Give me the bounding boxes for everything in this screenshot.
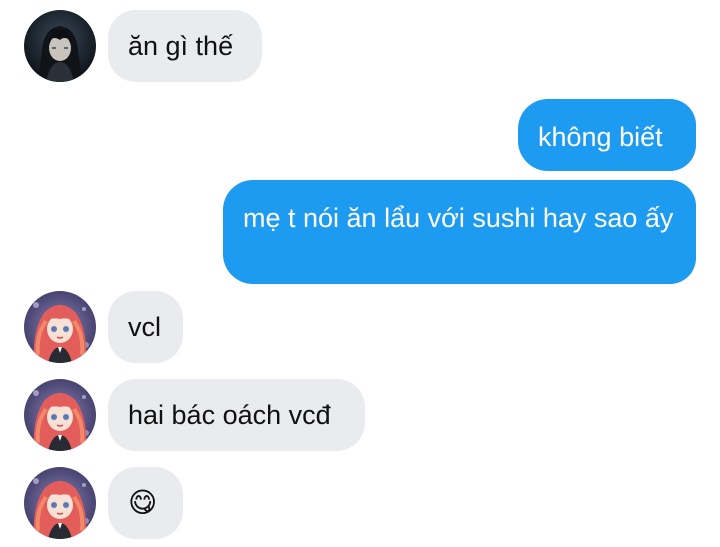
pink-hair-character-avatar[interactable] [24,379,96,451]
incoming-message-bubble[interactable]: hai bác oách vcđ [108,379,365,451]
pink-hair-character-avatar[interactable] [24,467,96,539]
pink-hair-character-avatar-image [24,291,96,363]
message-emoji: 😋 [128,487,158,518]
male-character-avatar[interactable] [24,10,96,82]
outgoing-message-bubble[interactable]: mẹ t nói ăn lẩu với sushi hay sao ấy [223,180,696,284]
message-text: hai bác oách vcđ [128,400,331,430]
pink-hair-character-avatar-image [24,467,96,539]
pink-hair-character-avatar-image [24,379,96,451]
message-text: mẹ t nói ăn lẩu với sushi hay sao ấy [243,203,674,233]
pink-hair-character-avatar[interactable] [24,291,96,363]
message-text: vcl [128,312,161,342]
message-text: ăn gì thế [128,31,234,61]
message-text: không biết [538,122,663,152]
incoming-message-bubble[interactable]: ăn gì thế [108,10,262,82]
incoming-message-bubble[interactable]: vcl [108,291,183,363]
male-character-avatar-image [24,10,96,82]
outgoing-message-bubble[interactable]: không biết [518,99,696,171]
incoming-message-bubble[interactable]: 😋 [108,467,183,539]
